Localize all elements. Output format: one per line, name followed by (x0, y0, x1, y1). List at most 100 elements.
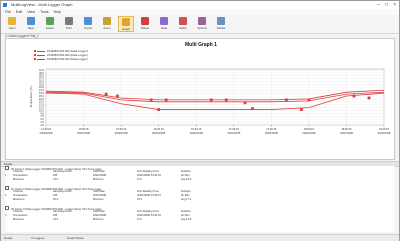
toolbar-button-details[interactable]: Details (213, 16, 229, 32)
toolbar-button-stats[interactable]: Stats (156, 16, 172, 32)
legend-swatch (37, 50, 45, 52)
x-tick-label: 19:00:15 (379, 127, 390, 131)
data-point-marker (307, 98, 311, 102)
minimize-button[interactable]: – (377, 2, 380, 8)
details-cell: Maximum (13, 178, 25, 181)
zoom-icon (103, 17, 111, 25)
data-point-marker (157, 108, 161, 111)
details-cell: Avg 17.3 (181, 198, 192, 201)
data-point-marker (367, 96, 371, 100)
x-tick-date: 2020/10/08 (77, 131, 91, 135)
x-tick-date: 2020/10/08 (190, 131, 204, 135)
delete-icon (141, 17, 149, 25)
toolbar-button-export[interactable]: Export (42, 16, 58, 32)
toolbar-button-graph[interactable]: Graph (118, 16, 134, 32)
toolbar-button-label: Options (197, 26, 207, 30)
x-tick-date: 2020/10/08 (302, 131, 316, 135)
export-icon (46, 17, 54, 25)
app-window: MultiLogView - Multi Logger Graph – □ × … (0, 0, 400, 241)
chart-legend: 15430837203-001 (Data Logger) 15430837203… (34, 49, 88, 61)
details-cell: Avg 14.8 (181, 218, 192, 221)
x-tick-label: 18:00:15 (304, 127, 315, 131)
x-tick-date: 2020/10/08 (265, 131, 279, 135)
data-point-marker (209, 98, 213, 102)
toolbar-button-save[interactable]: Save (23, 16, 39, 32)
data-point-marker (251, 107, 254, 110)
x-tick-date: 2020/10/08 (40, 131, 54, 135)
toolbar-button-zoom[interactable]: Zoom (99, 16, 115, 32)
toolbar-button-label: Print (66, 26, 72, 30)
details-cell: 11.0 (137, 218, 142, 221)
data-point-marker (243, 101, 247, 105)
x-tick-label: 14:30:15 (41, 127, 52, 131)
toolbar-button-label: Zoom (103, 26, 111, 30)
print-icon (65, 17, 73, 25)
toolbar-button-label: Stats (160, 26, 168, 30)
legend-marker-icon (34, 54, 36, 56)
window-title: MultiLogView - Multi Logger Graph (11, 2, 73, 7)
close-button[interactable]: × (393, 2, 396, 8)
toolbar-button-options[interactable]: Options (194, 16, 210, 32)
x-tick-label: 17:30:15 (266, 127, 277, 131)
graph-panel: Multi Graph 1 3.0 4.5 6.0 7.5 9.0 10.5 12.0 13.… (5, 38, 395, 160)
data-point-marker (115, 94, 119, 98)
x-tick-date: 2020/10/08 (115, 131, 129, 135)
options-icon (198, 17, 206, 25)
menu-tools[interactable]: Tools (40, 10, 48, 14)
toolbar-button-label: Export (45, 26, 55, 30)
details-cell (5, 218, 13, 222)
data-point-marker (299, 108, 303, 111)
maximize-button[interactable]: □ (385, 2, 388, 8)
status-left: Ready (4, 236, 13, 240)
details-cell: 20.0 (53, 198, 59, 201)
details-cell: Avg 16.9 (181, 178, 192, 181)
details-cell: 11.0 (137, 178, 142, 181)
details-cell: Minimum (93, 218, 104, 221)
menu-view[interactable]: View (27, 10, 35, 14)
toolbar-button-label: Delete (140, 26, 150, 30)
legend-label: 15430837203-003 (Data Logger) (47, 57, 88, 61)
legend-marker-icon (34, 58, 36, 60)
x-tick-label: 15:00:15 (79, 127, 90, 131)
toolbar-button-open[interactable]: Open (4, 16, 20, 32)
data-point-marker (224, 98, 228, 102)
data-point-marker (352, 94, 356, 98)
x-tick-label: 17:00:15 (229, 127, 240, 131)
details-cell (5, 178, 13, 182)
details-cell: 15.0 (137, 198, 143, 201)
status-mid: 3 Loggers (31, 236, 45, 240)
legend-swatch (37, 54, 45, 56)
window-controls: – □ × (377, 2, 396, 8)
logger-details-group: ID: Series 1 (Data Logger 15430837203-00… (5, 166, 395, 182)
menu-help[interactable]: Help (54, 10, 61, 14)
details-row: Maximum 19.5 Minimum 11.0 Avg 14.8 (5, 218, 395, 222)
setup-icon (179, 17, 187, 25)
toolbar-button-label: Setup (179, 26, 187, 30)
stats-icon (160, 17, 168, 25)
toolbar-button-setup[interactable]: Setup (175, 16, 191, 32)
menu-file[interactable]: File (5, 10, 11, 14)
data-point-marker (284, 98, 288, 102)
import-icon (84, 17, 92, 25)
plot-area (45, 68, 385, 126)
data-point-marker (164, 98, 168, 102)
toolbar-button-label: Save (27, 26, 35, 30)
toolbar-button-label: Details (216, 26, 226, 30)
toolbar-button-print[interactable]: Print (61, 16, 77, 32)
menu-edit[interactable]: Edit (16, 10, 22, 14)
toolbar-button-delete[interactable]: Delete (137, 16, 153, 32)
data-point-marker (104, 92, 108, 96)
x-tick-date: 2020/10/08 (227, 131, 241, 135)
details-cell: Maximum (13, 198, 25, 201)
x-tick-label: 18:30:15 (341, 127, 352, 131)
details-cell: 19.5 (53, 218, 59, 221)
status-right: Graph Mode (67, 236, 84, 240)
toolbar-button-label: Graph (122, 27, 130, 31)
status-bar: Ready 3 Loggers Graph Mode (1, 234, 399, 241)
logger-details-group: ID: Series 2 (Data Logger 15430837203-00… (5, 186, 395, 202)
details-cell: 21.0 (53, 178, 59, 181)
open-icon (8, 17, 16, 25)
x-tick-date: 2020/10/08 (378, 131, 392, 135)
toolbar-button-import[interactable]: Import (80, 16, 96, 32)
toolbar: Open Save Export Print Import Zoom Graph Delete… (1, 15, 399, 34)
